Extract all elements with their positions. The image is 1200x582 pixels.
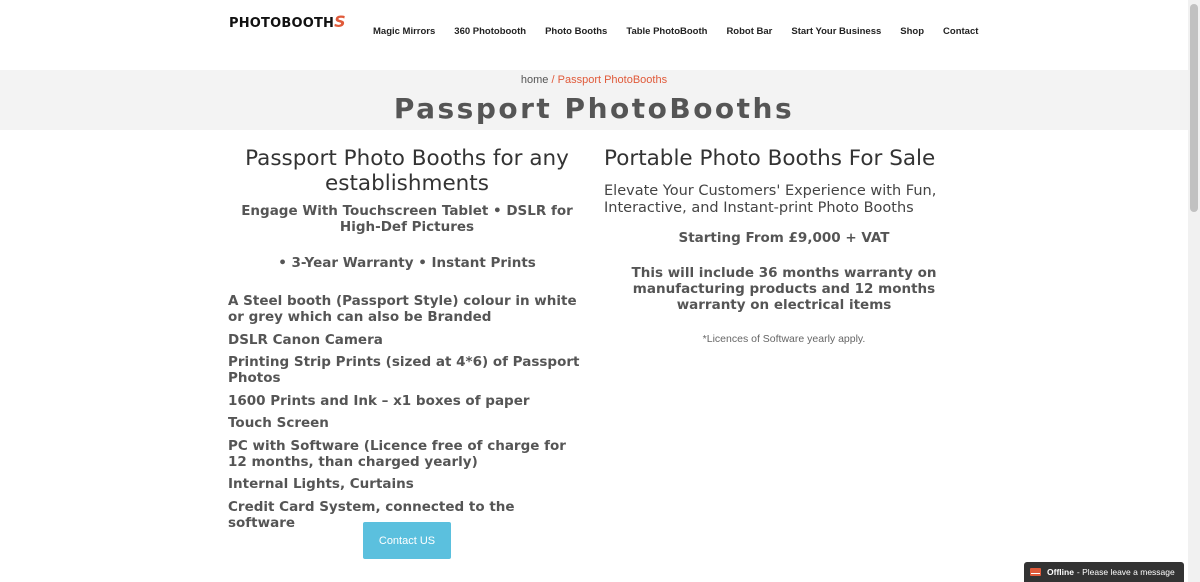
breadcrumb-current: Passport PhotoBooths — [557, 74, 668, 86]
site-header: PHOTOBOOTHS Magic Mirrors 360 Photobooth… — [0, 0, 1188, 70]
feature-item: Touch Screen — [228, 415, 329, 431]
page-banner: home / Passport PhotoBooths Passport Pho… — [0, 70, 1188, 130]
left-subheading: Engage With Touchscreen Tablet • DSLR fo… — [241, 203, 573, 235]
nav-360-photobooth[interactable]: 360 Photobooth — [454, 26, 526, 37]
feature-item: A Steel booth (Passport Style) colour in… — [228, 293, 577, 325]
right-heading: Portable Photo Booths For Sale — [604, 146, 936, 171]
page-title: Passport PhotoBooths — [393, 92, 795, 125]
warranty-text: This will include 36 months warranty on … — [631, 265, 937, 313]
feature-item: DSLR Canon Camera — [228, 331, 383, 348]
left-subheading-2: • 3-Year Warranty • Instant Prints — [278, 255, 536, 271]
logo-text: PHOTOBOOTH — [229, 16, 335, 31]
feature-item: PC with Software (Licence free of charge… — [228, 437, 566, 470]
envelope-icon — [1030, 568, 1041, 576]
right-lead: Elevate Your Customers' Experience with … — [604, 183, 937, 216]
breadcrumb-home[interactable]: home — [521, 74, 549, 86]
breadcrumb: home / Passport PhotoBooths — [0, 74, 1188, 86]
nav-photo-booths[interactable]: Photo Booths — [545, 26, 607, 37]
chat-status: Offline — [1047, 567, 1074, 577]
nav-magic-mirrors[interactable]: Magic Mirrors — [373, 26, 435, 37]
feature-item: 1600 Prints and Ink – x1 boxes of paper — [228, 392, 530, 409]
breadcrumb-separator: / — [551, 74, 555, 86]
licence-note: *Licences of Software yearly apply. — [702, 333, 866, 345]
feature-item: Printing Strip Prints (sized at 4*6) of … — [228, 354, 580, 386]
contact-us-button[interactable]: Contact US — [363, 522, 451, 559]
chat-widget[interactable]: Offline - Please leave a message — [1024, 562, 1184, 582]
price-text: Starting From £9,000 + VAT — [678, 230, 890, 246]
site-logo[interactable]: PHOTOBOOTHS — [229, 12, 346, 31]
page-scrollbar[interactable] — [1188, 0, 1200, 582]
main-nav: Magic Mirrors 360 Photobooth Photo Booth… — [373, 26, 997, 37]
nav-shop[interactable]: Shop — [900, 26, 924, 37]
feature-list: A Steel booth (Passport Style) colour in… — [228, 293, 586, 531]
left-column: Passport Photo Booths for any establishm… — [228, 146, 586, 537]
feature-item: Internal Lights, Curtains — [228, 476, 414, 492]
left-heading: Passport Photo Booths for any establishm… — [245, 146, 569, 196]
right-column: Portable Photo Booths For Sale Elevate Y… — [604, 146, 964, 345]
nav-robot-bar[interactable]: Robot Bar — [726, 26, 772, 37]
nav-contact[interactable]: Contact — [943, 26, 978, 37]
scrollbar-thumb[interactable] — [1190, 4, 1198, 212]
logo-suffix: S — [334, 12, 346, 31]
nav-start-your-business[interactable]: Start Your Business — [791, 26, 881, 37]
chat-message: - Please leave a message — [1076, 567, 1175, 577]
nav-table-photobooth[interactable]: Table PhotoBooth — [626, 26, 707, 37]
